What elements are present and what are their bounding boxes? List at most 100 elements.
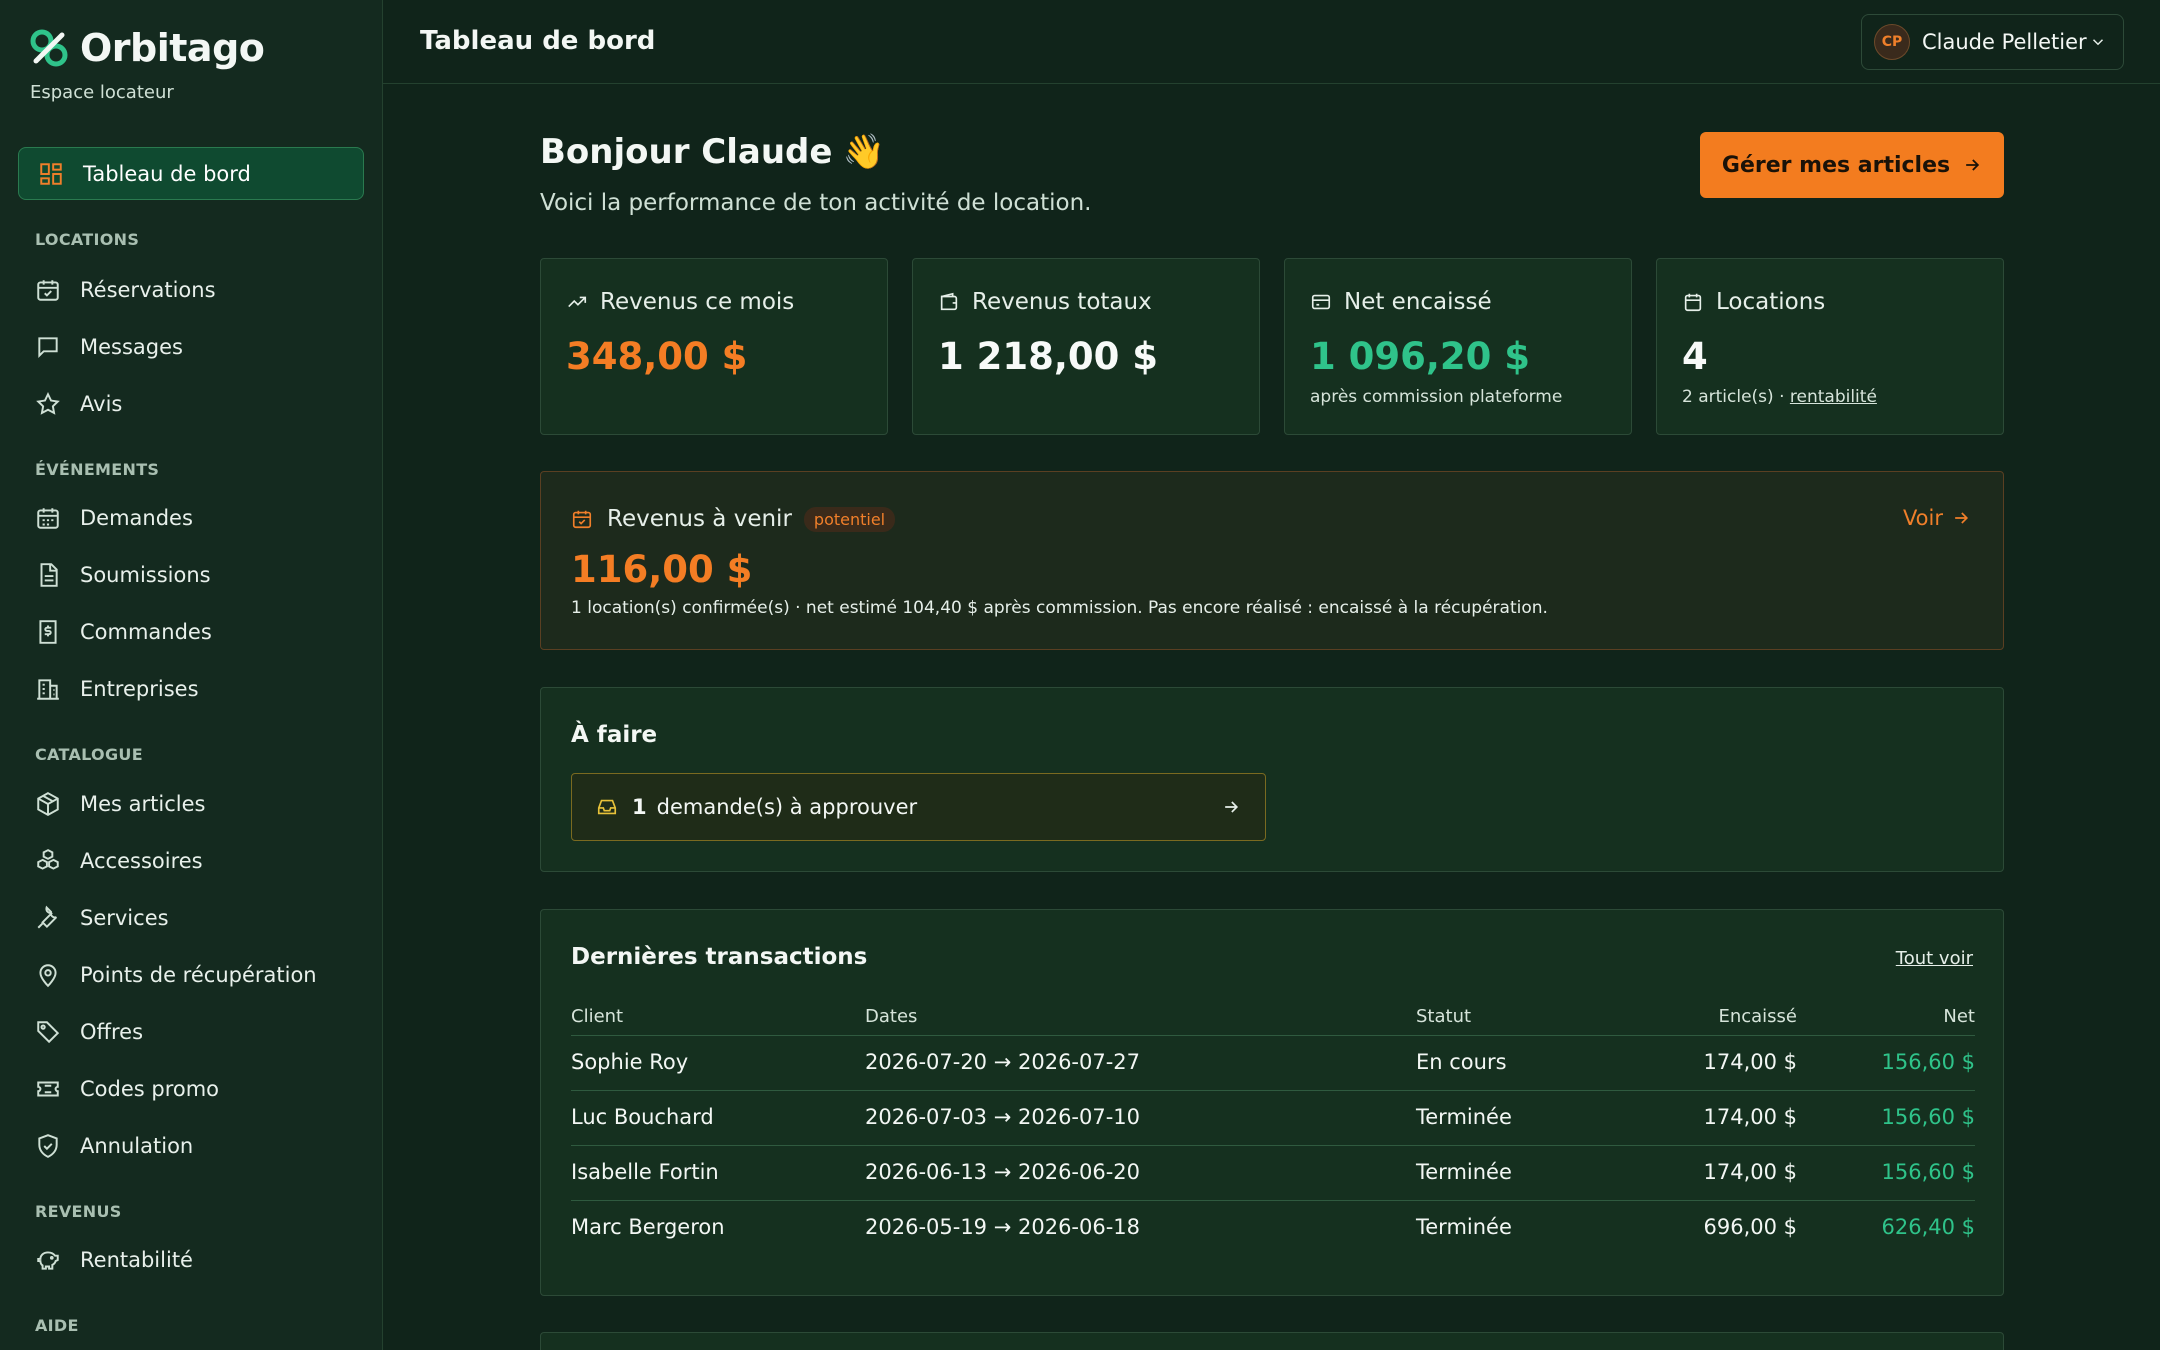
sidebar-section-aide: AIDE xyxy=(35,1316,79,1335)
greeting-text: Bonjour Claude xyxy=(540,132,833,172)
brand[interactable]: Orbitago xyxy=(28,26,265,70)
sidebar-item-points-recuperation[interactable]: Points de récupération xyxy=(34,955,317,995)
todo-item-pending-requests[interactable]: 1 demande(s) à approuver xyxy=(571,773,1266,841)
topbar: Tableau de bord CP Claude Pelletier xyxy=(383,0,2160,84)
sidebar: Orbitago Espace locateur Tableau de bord… xyxy=(0,0,383,1350)
shield-check-icon xyxy=(34,1132,62,1160)
stat-note-text: 2 article(s) · xyxy=(1682,387,1790,407)
sidebar-item-demandes[interactable]: Demandes xyxy=(34,498,193,538)
chevron-down-icon xyxy=(2089,33,2107,51)
rentabilite-link[interactable]: rentabilité xyxy=(1790,387,1877,407)
star-icon xyxy=(34,390,62,418)
sidebar-section-revenus: REVENUS xyxy=(35,1202,122,1221)
sidebar-item-entreprises[interactable]: Entreprises xyxy=(34,669,199,709)
trending-up-icon xyxy=(566,291,600,313)
sidebar-item-label: Tableau de bord xyxy=(83,161,251,186)
user-menu-button[interactable]: CP Claude Pelletier xyxy=(1861,14,2124,70)
manage-articles-button[interactable]: Gérer mes articles xyxy=(1700,132,2004,198)
sidebar-item-offres[interactable]: Offres xyxy=(34,1012,143,1052)
sidebar-item-rentabilite[interactable]: Rentabilité xyxy=(34,1240,193,1280)
user-name: Claude Pelletier xyxy=(1922,30,2087,54)
sidebar-item-label: Demandes xyxy=(80,506,193,530)
sidebar-item-mes-articles[interactable]: Mes articles xyxy=(34,784,205,824)
arrow-right-icon xyxy=(1943,508,1971,528)
sidebar-item-reservations[interactable]: Réservations xyxy=(34,270,216,310)
upcoming-view-link[interactable]: Voir xyxy=(1903,506,1971,530)
todo-title: À faire xyxy=(571,722,658,748)
orbitago-logo-icon xyxy=(28,27,70,69)
sidebar-item-label: Entreprises xyxy=(80,677,199,701)
greeting-subtitle: Voici la performance de ton activité de … xyxy=(540,190,1092,216)
transactions-card: Dernières transactions Tout voir Client … xyxy=(540,909,2004,1296)
column-header-collected: Encaissé xyxy=(1718,1006,1797,1027)
stat-value: 4 xyxy=(1682,335,1708,378)
cell-collected: 174,00 $ xyxy=(1703,1160,1797,1184)
table-row[interactable]: Sophie Roy 2026-07-20 → 2026-07-27 En co… xyxy=(571,1036,1975,1091)
sidebar-item-label: Mes articles xyxy=(80,792,206,816)
sidebar-item-messages[interactable]: Messages xyxy=(34,327,183,367)
cell-status: Terminée xyxy=(1416,1105,1512,1129)
cell-status: En cours xyxy=(1416,1050,1507,1074)
sidebar-item-label: Rentabilité xyxy=(80,1248,193,1272)
sidebar-item-soumissions[interactable]: Soumissions xyxy=(34,555,211,595)
sidebar-item-commandes[interactable]: Commandes xyxy=(34,612,212,652)
sidebar-item-label: Commandes xyxy=(80,620,212,644)
cell-client: Sophie Roy xyxy=(571,1050,689,1074)
message-icon xyxy=(34,333,62,361)
upcoming-view-label: Voir xyxy=(1902,506,1943,530)
sidebar-item-label: Soumissions xyxy=(80,563,211,587)
boxes-icon xyxy=(34,847,62,875)
cell-net: 626,40 $ xyxy=(1881,1215,1975,1239)
cell-dates: 2026-06-13 → 2026-06-20 xyxy=(865,1160,1141,1184)
upcoming-value: 116,00 $ xyxy=(571,548,753,591)
stat-title: Net encaissé xyxy=(1310,289,1492,315)
todo-count: 1 xyxy=(632,795,647,819)
dollar-receipt-icon xyxy=(34,618,62,646)
stat-card-net-collected: Net encaissé 1 096,20 $ après commission… xyxy=(1284,258,1632,435)
cell-dates: 2026-07-20 → 2026-07-27 xyxy=(865,1050,1141,1074)
cell-status: Terminée xyxy=(1416,1160,1512,1184)
brand-subtitle: Espace locateur xyxy=(30,82,174,103)
dashboard-icon xyxy=(37,160,65,188)
sidebar-item-label: Réservations xyxy=(80,278,216,302)
stat-card-rentals: Locations 4 2 article(s) · rentabilité xyxy=(1656,258,2004,435)
table-row[interactable]: Marc Bergeron 2026-05-19 → 2026-06-18 Te… xyxy=(571,1201,1975,1256)
cell-collected: 174,00 $ xyxy=(1703,1105,1797,1129)
map-pin-icon xyxy=(34,961,62,989)
cell-net: 156,60 $ xyxy=(1881,1105,1975,1129)
stat-note: après commission plateforme xyxy=(1310,387,1563,407)
todo-label: demande(s) à approuver xyxy=(656,795,918,819)
manage-articles-label: Gérer mes articles xyxy=(1721,152,1951,178)
stat-card-monthly-revenue: Revenus ce mois 348,00 $ xyxy=(540,258,888,435)
building-icon xyxy=(34,675,62,703)
sidebar-item-avis[interactable]: Avis xyxy=(34,384,122,424)
stat-note: 2 article(s) · rentabilité xyxy=(1682,387,1877,407)
brand-name: Orbitago xyxy=(80,26,265,70)
cell-client: Isabelle Fortin xyxy=(571,1160,719,1184)
sidebar-item-codes-promo[interactable]: Codes promo xyxy=(34,1069,219,1109)
document-icon xyxy=(34,561,62,589)
stat-value: 348,00 $ xyxy=(566,335,748,378)
next-card-partial xyxy=(540,1332,2004,1350)
table-row[interactable]: Luc Bouchard 2026-07-03 → 2026-07-10 Ter… xyxy=(571,1091,1975,1146)
cell-dates: 2026-05-19 → 2026-06-18 xyxy=(865,1215,1141,1239)
upcoming-note: 1 location(s) confirmée(s) · net estimé … xyxy=(571,598,1548,618)
table-row[interactable]: Isabelle Fortin 2026-06-13 → 2026-06-20 … xyxy=(571,1146,1975,1201)
see-all-link[interactable]: Tout voir xyxy=(1896,948,1973,969)
stat-card-total-revenue: Revenus totaux 1 218,00 $ xyxy=(912,258,1260,435)
sidebar-item-dashboard[interactable]: Tableau de bord xyxy=(18,147,364,200)
table-header: Client Dates Statut Encaissé Net xyxy=(571,996,1975,1036)
cell-collected: 174,00 $ xyxy=(1703,1050,1797,1074)
sidebar-item-annulation[interactable]: Annulation xyxy=(34,1126,193,1166)
sidebar-item-label: Codes promo xyxy=(80,1077,220,1101)
cell-client: Luc Bouchard xyxy=(571,1105,714,1129)
sidebar-section-locations: LOCATIONS xyxy=(35,230,140,249)
sidebar-section-evenements: ÉVÉNEMENTS xyxy=(35,460,160,479)
sidebar-item-label: Accessoires xyxy=(80,849,203,873)
greeting-heading: Bonjour Claude 👋 xyxy=(540,132,885,172)
box-icon xyxy=(34,790,62,818)
sidebar-item-accessoires[interactable]: Accessoires xyxy=(34,841,203,881)
sidebar-item-services[interactable]: Services xyxy=(34,898,169,938)
stat-title-label: Revenus totaux xyxy=(972,289,1152,315)
column-header-net: Net xyxy=(1943,1006,1975,1027)
